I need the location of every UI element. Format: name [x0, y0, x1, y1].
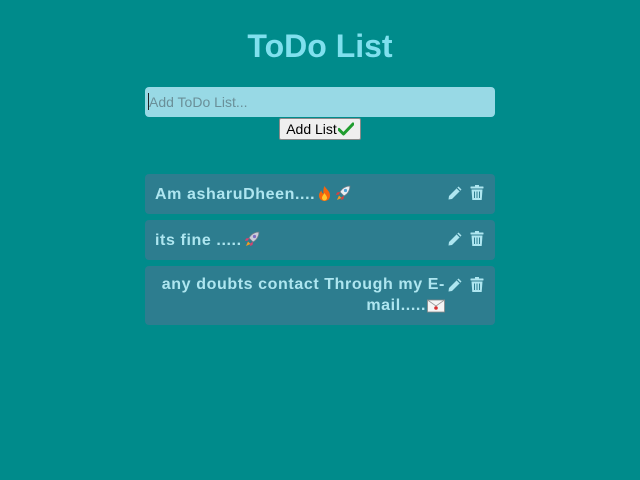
todo-item: Am asharuDheen.... — [145, 174, 495, 214]
fire-icon — [316, 185, 333, 208]
todo-input[interactable] — [145, 87, 495, 117]
todo-item: its fine ..... — [145, 220, 495, 260]
todo-actions — [447, 230, 485, 248]
trash-icon[interactable] — [469, 276, 485, 294]
pencil-icon[interactable] — [447, 230, 463, 248]
envelope-icon — [427, 298, 445, 319]
todo-text: Am asharuDheen.... — [155, 186, 316, 203]
text-caret — [148, 93, 149, 110]
pencil-icon[interactable] — [447, 276, 463, 294]
trash-icon[interactable] — [469, 184, 485, 202]
page-title: ToDo List — [247, 28, 393, 64]
todo-text: any doubts contact Through my E-mail....… — [161, 276, 445, 314]
add-list-label: Add List — [286, 121, 337, 137]
add-list-button[interactable]: Add List — [279, 118, 361, 140]
todo-list: Am asharuDheen.... its fine ..... any do… — [145, 174, 495, 331]
todo-input-wrapper — [145, 87, 495, 117]
todo-actions — [447, 276, 485, 294]
trash-icon[interactable] — [469, 230, 485, 248]
todo-text: its fine ..... — [155, 232, 242, 249]
rocket-icon — [334, 184, 352, 208]
check-mark-icon — [337, 122, 355, 136]
todo-actions — [447, 184, 485, 202]
pencil-icon[interactable] — [447, 184, 463, 202]
rocket-launch-icon — [243, 230, 261, 254]
todo-item: any doubts contact Through my E-mail....… — [145, 266, 495, 325]
